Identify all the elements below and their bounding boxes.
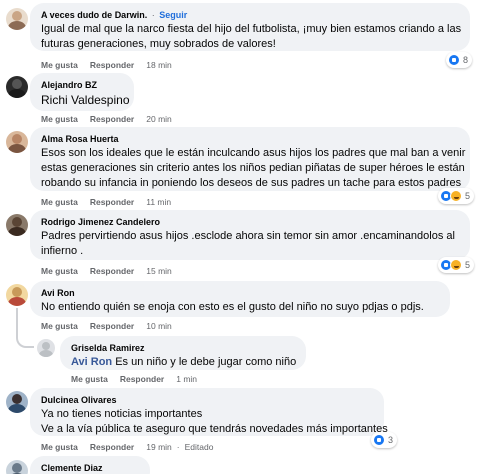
comment-actions: Me gusta Responder 11 min xyxy=(41,197,171,207)
avatar[interactable] xyxy=(6,131,28,153)
avatar[interactable] xyxy=(6,460,28,474)
comment-author[interactable]: Clemente Diaz xyxy=(41,462,139,474)
comment-text-line: futuras generaciones, muy sobrados de va… xyxy=(41,38,276,50)
comment-actions: Me gusta Responder 20 min xyxy=(41,114,172,124)
comment-bubble: Griselda Ramirez Avi Ron Es un niño y le… xyxy=(60,336,306,370)
comment-bubble: Avi Ron No entiendo quién se enoja con e… xyxy=(30,281,450,317)
reaction-summary[interactable]: 5 xyxy=(438,188,475,204)
comment-text-line: Es un niño y le debe jugar como niño xyxy=(115,356,297,368)
avatar[interactable] xyxy=(6,76,28,98)
reply-button[interactable]: Responder xyxy=(90,114,134,124)
reply-button[interactable]: Responder xyxy=(90,197,134,207)
avatar[interactable] xyxy=(6,214,28,236)
comment-bubble: Dulcinea Olivares Ya no tienes noticias … xyxy=(30,388,388,436)
comment-bubble: Alma Rosa Huerta Esos son los ideales qu… xyxy=(30,127,470,191)
like-button[interactable]: Me gusta xyxy=(41,60,78,70)
comment-bubble: Clemente Diaz xyxy=(30,456,150,474)
comment-time[interactable]: 10 min xyxy=(146,321,172,331)
avatar[interactable] xyxy=(6,8,28,30)
haha-reaction-icon xyxy=(450,259,462,271)
comment-actions: Me gusta Responder 15 min xyxy=(41,266,172,276)
comment-author[interactable]: Dulcinea Olivares xyxy=(41,394,373,407)
reaction-count: 5 xyxy=(465,191,471,201)
comment-text-line: Esos son los ideales que le están inculc… xyxy=(41,147,466,159)
avatar[interactable] xyxy=(6,391,28,413)
comment-text-line: Igual de mal que la narco fiesta del hij… xyxy=(41,23,462,35)
mention-link[interactable]: Avi Ron xyxy=(71,356,112,368)
comment-time[interactable]: 1 min xyxy=(176,374,197,384)
comment-text-line: Richi Valdespino xyxy=(41,93,130,107)
comment-author[interactable]: A veces dudo de Darwin. xyxy=(41,10,147,20)
comment-actions: Me gusta Responder 19 min · Editado xyxy=(41,442,214,452)
comment-text-line: robando su infancia in poniendo los dese… xyxy=(41,177,462,189)
comment-text-line: Padres pervirtiendo asus hijos .esclode … xyxy=(41,230,455,242)
reply-button[interactable]: Responder xyxy=(90,266,134,276)
reaction-count: 5 xyxy=(465,260,471,270)
reply-button[interactable]: Responder xyxy=(120,374,164,384)
reaction-summary[interactable]: 8 xyxy=(446,52,473,68)
comment-author[interactable]: Griselda Ramirez xyxy=(71,342,295,355)
comment-author[interactable]: Alejandro BZ xyxy=(41,79,123,92)
reply-thread-line xyxy=(16,308,34,348)
like-reaction-icon xyxy=(448,54,460,66)
like-button[interactable]: Me gusta xyxy=(41,114,78,124)
follow-button[interactable]: Seguir xyxy=(159,10,187,20)
like-button[interactable]: Me gusta xyxy=(41,442,78,452)
reaction-summary[interactable]: 5 xyxy=(438,257,475,273)
comment-text-line: No entiendo quién se enoja con esto es e… xyxy=(41,301,424,313)
comment-time[interactable]: 20 min xyxy=(146,114,172,124)
comment-text-line: infierno . xyxy=(41,245,84,257)
like-reaction-icon xyxy=(373,434,385,446)
haha-reaction-icon xyxy=(450,190,462,202)
comment-author[interactable]: Alma Rosa Huerta xyxy=(41,133,459,146)
like-button[interactable]: Me gusta xyxy=(41,321,78,331)
comment-time[interactable]: 15 min xyxy=(146,266,172,276)
like-button[interactable]: Me gusta xyxy=(71,374,108,384)
comment-time[interactable]: 19 min xyxy=(146,442,172,452)
comment-author[interactable]: Avi Ron xyxy=(41,287,439,300)
comment-time[interactable]: 11 min xyxy=(146,197,171,207)
comment-actions: Me gusta Responder 1 min xyxy=(71,374,197,384)
reaction-count: 3 xyxy=(388,435,394,445)
comment-text-line: Ve a la vía pública te aseguro que tendr… xyxy=(41,423,388,435)
comment-actions: Me gusta Responder 18 min xyxy=(41,60,172,70)
avatar[interactable] xyxy=(6,284,28,306)
reply-button[interactable]: Responder xyxy=(90,442,134,452)
comment-actions: Me gusta Responder 10 min xyxy=(41,321,172,331)
reaction-summary[interactable]: 3 xyxy=(371,432,398,448)
reply-button[interactable]: Responder xyxy=(90,60,134,70)
like-button[interactable]: Me gusta xyxy=(41,266,78,276)
comment-author[interactable]: Rodrigo Jimenez Candelero xyxy=(41,216,459,229)
avatar[interactable] xyxy=(37,339,55,357)
reaction-count: 8 xyxy=(463,55,469,65)
reply-button[interactable]: Responder xyxy=(90,321,134,331)
comment-bubble: A veces dudo de Darwin. · Seguir Igual d… xyxy=(30,3,470,51)
comment-time[interactable]: 18 min xyxy=(146,60,172,70)
comment-text-line: estas generaciones sin criterio antes lo… xyxy=(41,162,465,174)
comment-text-line: Ya no tienes noticias importantes xyxy=(41,408,203,420)
comment-bubble: Rodrigo Jimenez Candelero Padres pervirt… xyxy=(30,210,470,260)
edited-label: Editado xyxy=(184,442,214,452)
comment-bubble: Alejandro BZ Richi Valdespino xyxy=(30,73,134,111)
like-button[interactable]: Me gusta xyxy=(41,197,78,207)
